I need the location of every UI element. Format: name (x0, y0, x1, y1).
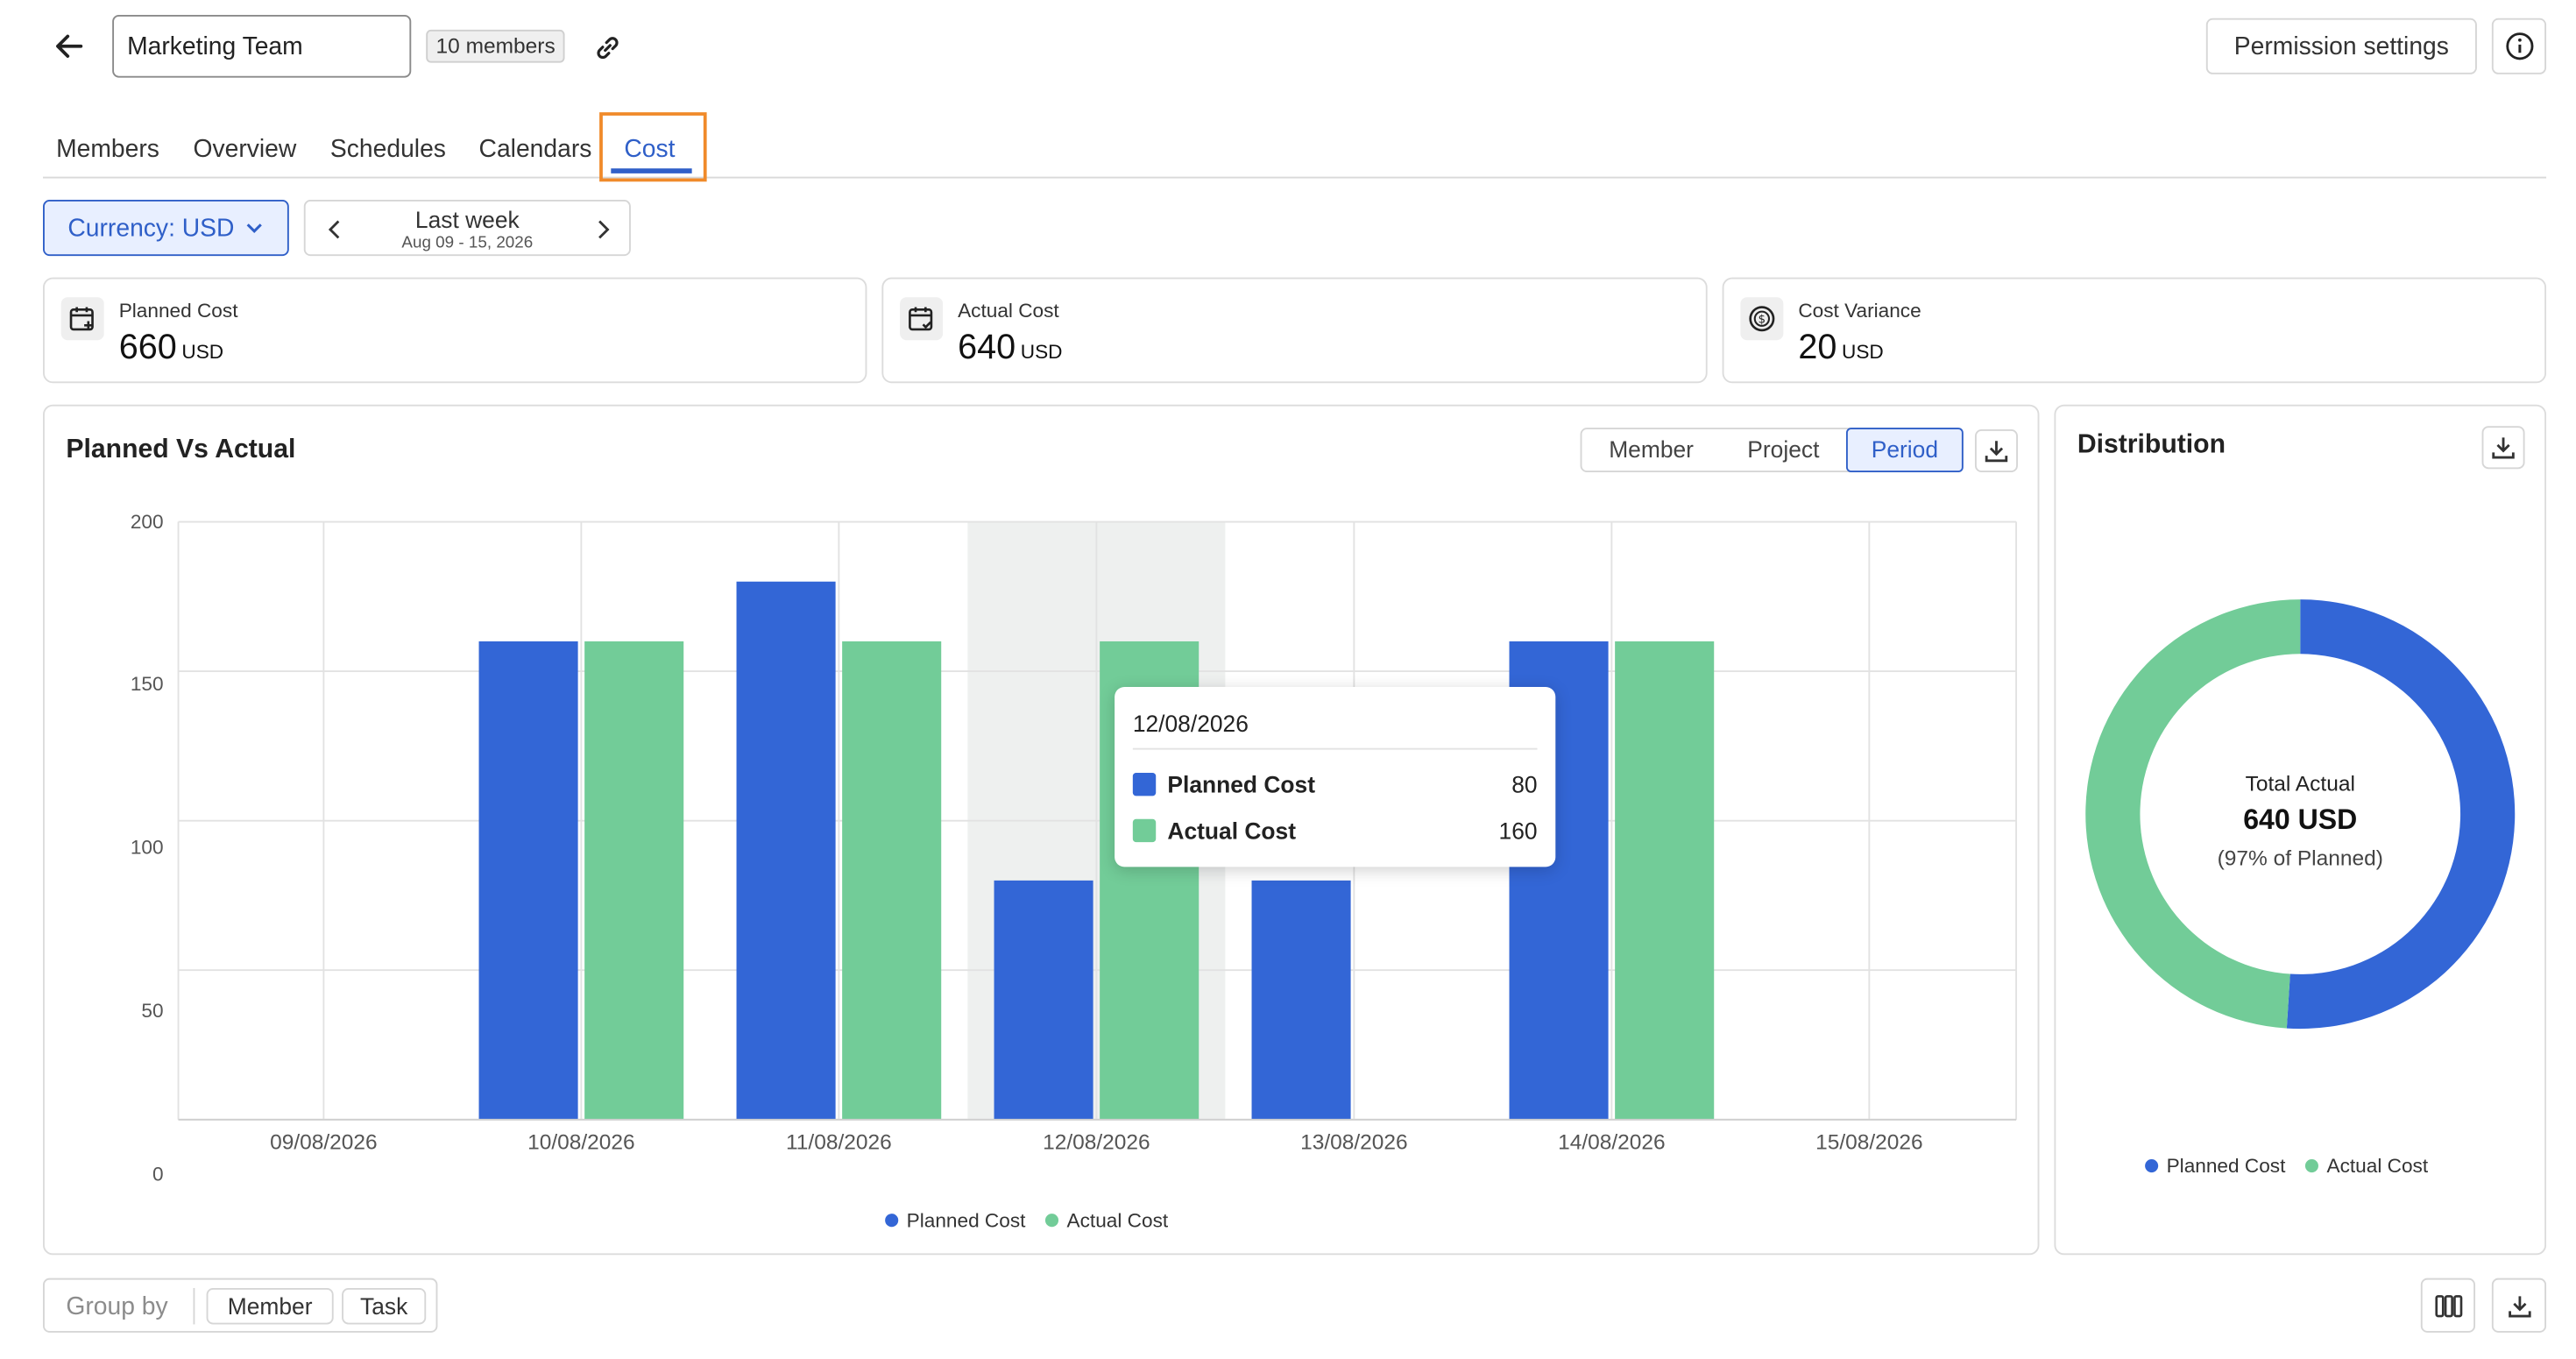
group-by-member-chip[interactable]: Member (206, 1287, 334, 1325)
y-tick-label: 100 (131, 836, 164, 858)
x-tick-label: 12/08/2026 (1043, 1131, 1150, 1155)
bar-planned (994, 880, 1093, 1120)
donut-center-sub: (97% of Planned) (2217, 845, 2383, 871)
bar-chart: 200 150 100 50 0 09/08/2026 10/08/2026 11/08/20… (131, 511, 2018, 1185)
bar-actual (842, 641, 942, 1120)
bar-actual (584, 641, 684, 1120)
x-tick-label: 11/08/2026 (786, 1131, 892, 1155)
y-tick-label: 200 (131, 511, 164, 533)
x-tick-label: 15/08/2026 (1815, 1131, 1923, 1155)
bar-planned (736, 581, 836, 1120)
legend-actual: Actual Cost (1045, 1209, 1168, 1232)
download-icon (2508, 1295, 2530, 1317)
bar-planned (478, 641, 578, 1120)
chart-tooltip: 12/08/2026 Planned Cost 80 Actual Cost 1… (1115, 686, 1556, 867)
info-button[interactable] (2491, 18, 2547, 74)
tooltip-date: 12/08/2026 (1132, 710, 1249, 737)
table-download-button[interactable] (2491, 1278, 2547, 1333)
columns-button[interactable] (2420, 1278, 2476, 1333)
donut-center-label: Total Actual (2245, 771, 2355, 796)
x-tick-label: 13/08/2026 (1300, 1131, 1408, 1155)
y-tick-label: 0 (152, 1163, 164, 1185)
group-by-control: Group by Member Task (42, 1278, 438, 1333)
permission-settings-button[interactable]: Permission settings (2205, 18, 2477, 74)
legend-planned: Planned Cost (2145, 1154, 2285, 1178)
columns-icon (2434, 1294, 2462, 1317)
bar-chart-legend: Planned Cost Actual Cost (885, 1209, 1168, 1232)
y-tick-label: 150 (131, 673, 164, 695)
group-by-label: Group by (66, 1292, 168, 1321)
x-tick-label: 14/08/2026 (1558, 1131, 1666, 1155)
legend-actual: Actual Cost (2304, 1154, 2428, 1178)
x-tick-label: 10/08/2026 (527, 1131, 635, 1155)
tooltip-row-actual: Actual Cost 160 (1132, 814, 1538, 847)
legend-planned: Planned Cost (885, 1209, 1025, 1232)
bar-planned (1251, 880, 1351, 1120)
tooltip-row-planned: Planned Cost 80 (1132, 768, 1538, 801)
info-icon (2505, 32, 2533, 60)
x-tick-label: 09/08/2026 (270, 1131, 378, 1155)
donut-center-value: 640 USD (2243, 803, 2358, 836)
group-by-task-chip[interactable]: Task (342, 1287, 427, 1325)
y-tick-label: 50 (141, 1000, 163, 1022)
bar-actual (1615, 641, 1715, 1120)
donut-legend: Planned Cost Actual Cost (2145, 1154, 2428, 1178)
